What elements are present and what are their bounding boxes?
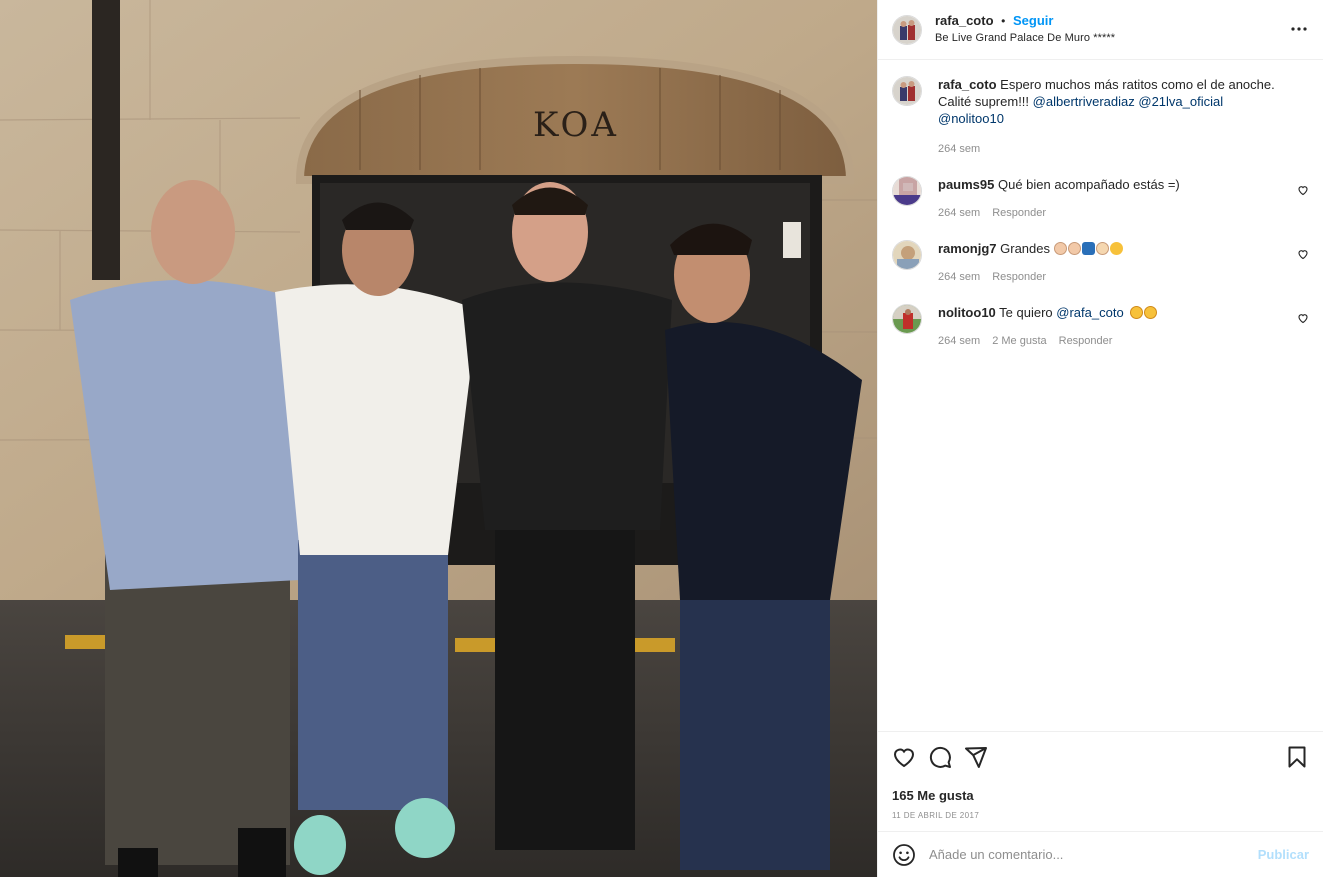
reply-button[interactable]: Responder [992,205,1046,222]
comment-heart-icon[interactable] [1297,248,1309,260]
tongue-emoji [1130,306,1144,319]
mention-link[interactable]: @nolitoo10 [938,111,1004,126]
comment-heart-icon[interactable] [1297,184,1309,196]
post-actions: 165 Me gusta 11 DE ABRIL DE 2017 [878,731,1323,831]
post-photo[interactable]: KOA [0,0,877,877]
post-side-panel: rafa_coto • Seguir Be Live Grand Palace … [877,0,1323,877]
header-text: rafa_coto • Seguir Be Live Grand Palace … [935,13,1115,46]
mention-link[interactable]: @rafa_coto [1056,305,1123,320]
comment-input[interactable] [929,847,1250,862]
reply-button[interactable]: Responder [1059,333,1113,350]
person-2 [275,202,478,875]
action-icons [892,742,1309,772]
emoji-smile-icon[interactable] [892,843,916,867]
comment-text: Qué bien acompañado estás =) [998,177,1180,192]
comment-username[interactable]: ramonjg7 [938,241,997,256]
comment-time[interactable]: 264 sem [938,205,980,222]
clap-emoji [1067,242,1081,255]
commenter-avatar[interactable] [892,240,922,270]
comment-item: ramonjg7 Grandes 264 sem Responder [892,240,1309,286]
clap-emoji [1053,242,1067,255]
comment-item: nolitoo10 Te quiero @rafa_coto 264 sem 2… [892,304,1309,350]
koa-sign: KOA [533,105,619,145]
ok-hand-emoji [1095,242,1109,255]
caption-time[interactable]: 264 sem [938,141,980,158]
comment-heart-icon[interactable] [1297,312,1309,324]
heart-icon[interactable] [892,745,916,769]
blue-square-emoji [1081,242,1095,255]
like-count[interactable]: 165 Me gusta [892,788,1309,803]
follow-button[interactable]: Seguir [1013,13,1053,28]
author-avatar[interactable] [892,14,922,45]
post-date[interactable]: 11 DE ABRIL DE 2017 [892,811,1309,820]
comment-text: Grandes [1000,241,1051,256]
publish-button[interactable]: Publicar [1258,847,1309,862]
caption-body: rafa_coto Espero muchos más ratitos como… [938,76,1309,158]
comment-likes[interactable]: 2 Me gusta [992,333,1046,350]
comment-username[interactable]: paums95 [938,177,994,192]
kiss-emoji [1109,242,1123,255]
author-avatar[interactable] [892,76,922,106]
caption-username[interactable]: rafa_coto [938,77,997,92]
comment-text: Te quiero [999,305,1053,320]
tongue-emoji [1144,306,1158,319]
instagram-post-view: KOA rafa_coto • Seguir Be Live Grand Pal… [0,0,1323,877]
comment-username[interactable]: nolitoo10 [938,305,996,320]
bookmark-icon[interactable] [1285,745,1309,769]
more-options-icon[interactable] [1289,19,1309,39]
photo-illustration: KOA [0,0,877,877]
add-comment-bar: Publicar [878,831,1323,877]
separator-dot: • [1001,14,1006,28]
post-header: rafa_coto • Seguir Be Live Grand Palace … [878,0,1323,60]
comment-time[interactable]: 264 sem [938,333,980,350]
share-icon[interactable] [964,745,988,769]
comment-icon[interactable] [928,745,952,769]
reply-button[interactable]: Responder [992,269,1046,286]
commenter-avatar[interactable] [892,304,922,334]
commenter-avatar[interactable] [892,176,922,206]
mention-link[interactable]: @albertriveradiaz [1033,94,1135,109]
post-caption: rafa_coto Espero muchos más ratitos como… [892,76,1309,158]
comment-time[interactable]: 264 sem [938,269,980,286]
comments-list: rafa_coto Espero muchos más ratitos como… [878,60,1323,731]
mention-link[interactable]: @21lva_oficial [1138,94,1223,109]
comment-item: paums95 Qué bien acompañado estás =) 264… [892,176,1309,222]
author-username[interactable]: rafa_coto [935,13,994,28]
post-location[interactable]: Be Live Grand Palace De Muro ***** [935,30,1115,46]
